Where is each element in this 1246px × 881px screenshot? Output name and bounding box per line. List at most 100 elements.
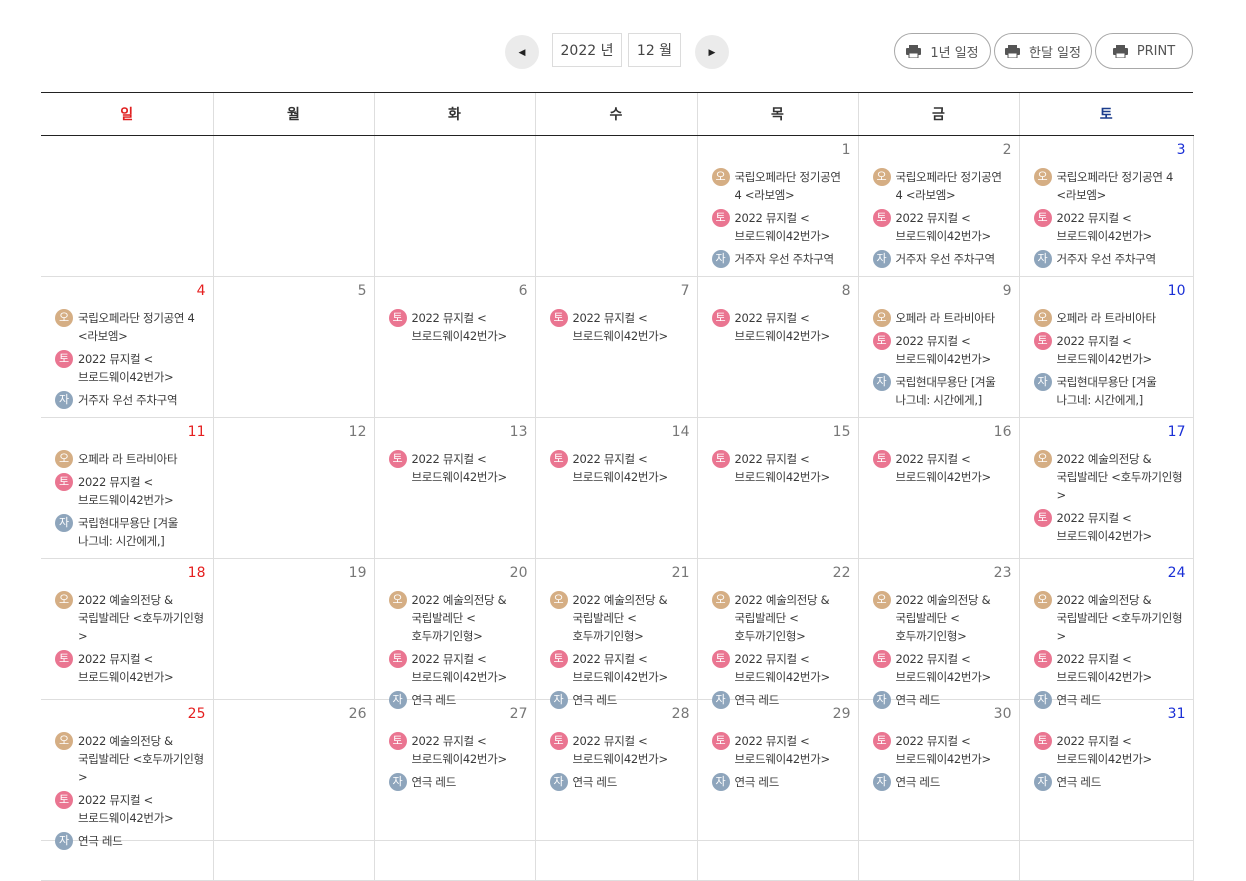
day-cell[interactable]: 22 오 2022 예술의전당 & 국립발레단 <호두까기인형> 토 2022 뮤지컬 …	[696, 558, 858, 709]
day-cell[interactable]: 13 토 2022 뮤지컬 <브로드웨이42번가>	[373, 417, 535, 559]
day-cell[interactable]: 8 토 2022 뮤지컬 <브로드웨이42번가>	[696, 276, 858, 418]
calendar-event[interactable]: 토 2022 뮤지컬 <브로드웨이42번가>	[872, 209, 1011, 245]
calendar-event[interactable]: 토 2022 뮤지컬 <브로드웨이42번가>	[549, 732, 689, 768]
calendar-event[interactable]: 토 2022 뮤지컬 <브로드웨이42번가>	[1033, 209, 1185, 245]
calendar-event[interactable]: 오 오페라 라 트라비아타	[55, 450, 205, 468]
calendar-event[interactable]: 오 국립오페라단 정기공연 4 <라보엠>	[1033, 168, 1185, 204]
calendar-event[interactable]: 오 오페라 라 트라비아타	[1033, 309, 1185, 327]
day-cell[interactable]: 28 토 2022 뮤지컬 <브로드웨이42번가> 자 연극 레드	[534, 699, 697, 841]
day-cell[interactable]: 16 토 2022 뮤지컬 <브로드웨이42번가>	[857, 417, 1019, 559]
month-select[interactable]: 12 월	[628, 33, 681, 67]
calendar-event[interactable]: 토 2022 뮤지컬 <브로드웨이42번가>	[388, 650, 527, 686]
day-cell[interactable]: 23 오 2022 예술의전당 & 국립발레단 <호두까기인형> 토 2022 뮤지컬 …	[857, 558, 1019, 709]
calendar-event[interactable]: 자 국립현대무용단 [겨울 나그네: 시간에게,]	[55, 514, 205, 550]
day-cell[interactable]: 31 토 2022 뮤지컬 <브로드웨이42번가> 자 연극 레드	[1018, 699, 1194, 841]
calendar-event[interactable]: 자 거주자 우선 주차구역	[711, 250, 850, 268]
calendar-event[interactable]: 오 2022 예술의전당 & 국립발레단 <호두까기인형>	[1033, 591, 1185, 645]
calendar-event[interactable]: 오 2022 예술의전당 & 국립발레단 <호두까기인형>	[549, 591, 689, 645]
day-cell[interactable]: 25 오 2022 예술의전당 & 국립발레단 <호두까기인형> 토 2022 뮤지컬 …	[41, 699, 213, 850]
event-category-badge: 오	[55, 450, 73, 468]
day-cell[interactable]	[212, 135, 374, 277]
day-cell[interactable]: 24 오 2022 예술의전당 & 국립발레단 <호두까기인형> 토 2022 뮤지컬 …	[1018, 558, 1194, 709]
calendar-event[interactable]: 자 연극 레드	[711, 773, 850, 791]
day-cell[interactable]: 14 토 2022 뮤지컬 <브로드웨이42번가>	[534, 417, 697, 559]
event-list: 오 국립오페라단 정기공연 4 <라보엠> 토 2022 뮤지컬 <브로드웨이42번가…	[1033, 168, 1185, 273]
year-schedule-button[interactable]: 1년 일정	[894, 33, 991, 69]
calendar-event[interactable]: 토 2022 뮤지컬 <브로드웨이42번가>	[549, 450, 689, 486]
calendar-event[interactable]: 토 2022 뮤지컬 <브로드웨이42번가>	[711, 209, 850, 245]
day-cell[interactable]: 5	[212, 276, 374, 418]
day-cell[interactable]: 15 토 2022 뮤지컬 <브로드웨이42번가>	[696, 417, 858, 559]
calendar-event[interactable]: 토 2022 뮤지컬 <브로드웨이42번가>	[55, 473, 205, 509]
day-cell[interactable]	[373, 135, 535, 277]
calendar-event[interactable]: 자 거주자 우선 주차구역	[55, 391, 205, 409]
calendar-event[interactable]: 토 2022 뮤지컬 <브로드웨이42번가>	[1033, 332, 1185, 368]
calendar-event[interactable]: 토 2022 뮤지컬 <브로드웨이42번가>	[549, 309, 689, 345]
calendar-event[interactable]: 오 오페라 라 트라비아타	[872, 309, 1011, 327]
calendar-event[interactable]: 토 2022 뮤지컬 <브로드웨이42번가>	[872, 332, 1011, 368]
calendar-event[interactable]: 오 2022 예술의전당 & 국립발레단 <호두까기인형>	[55, 732, 205, 786]
calendar-event[interactable]: 오 국립오페라단 정기공연 4 <라보엠>	[872, 168, 1011, 204]
calendar-event[interactable]: 토 2022 뮤지컬 <브로드웨이42번가>	[1033, 650, 1185, 686]
day-cell[interactable]: 18 오 2022 예술의전당 & 국립발레단 <호두까기인형> 토 2022 뮤지컬 …	[41, 558, 213, 700]
calendar-event[interactable]: 토 2022 뮤지컬 <브로드웨이42번가>	[872, 650, 1011, 686]
day-cell[interactable]: 17 오 2022 예술의전당 & 국립발레단 <호두까기인형> 토 2022 뮤지컬 …	[1018, 417, 1194, 559]
day-cell[interactable]: 26	[212, 699, 374, 841]
calendar-event[interactable]: 토 2022 뮤지컬 <브로드웨이42번가>	[711, 650, 850, 686]
year-select[interactable]: 2022 년	[552, 33, 622, 67]
calendar-event[interactable]: 오 국립오페라단 정기공연 4 <라보엠>	[55, 309, 205, 345]
calendar-event[interactable]: 자 연극 레드	[1033, 773, 1185, 791]
calendar-event[interactable]: 오 2022 예술의전당 & 국립발레단 <호두까기인형>	[55, 591, 205, 645]
calendar-event[interactable]: 토 2022 뮤지컬 <브로드웨이42번가>	[872, 732, 1011, 768]
calendar-event[interactable]: 자 연극 레드	[872, 773, 1011, 791]
calendar-event[interactable]: 토 2022 뮤지컬 <브로드웨이42번가>	[388, 309, 527, 345]
calendar-event[interactable]: 토 2022 뮤지컬 <브로드웨이42번가>	[55, 650, 205, 686]
day-cell[interactable]: 6 토 2022 뮤지컬 <브로드웨이42번가>	[373, 276, 535, 418]
day-cell[interactable]	[534, 135, 697, 277]
day-cell[interactable]: 12	[212, 417, 374, 559]
calendar-event[interactable]: 토 2022 뮤지컬 <브로드웨이42번가>	[711, 732, 850, 768]
day-cell[interactable]: 9 오 오페라 라 트라비아타 토 2022 뮤지컬 <브로드웨이42번가> 자 국립현대무…	[857, 276, 1019, 418]
calendar-event[interactable]: 토 2022 뮤지컬 <브로드웨이42번가>	[1033, 509, 1185, 545]
calendar-event[interactable]: 자 거주자 우선 주차구역	[872, 250, 1011, 268]
day-cell[interactable]: 20 오 2022 예술의전당 & 국립발레단 <호두까기인형> 토 2022 뮤지컬 …	[373, 558, 535, 709]
day-cell[interactable]: 1 오 국립오페라단 정기공연 4 <라보엠> 토 2022 뮤지컬 <브로드웨이42번…	[696, 135, 858, 277]
month-schedule-button[interactable]: 한달 일정	[994, 33, 1092, 69]
day-cell[interactable]: 21 오 2022 예술의전당 & 국립발레단 <호두까기인형> 토 2022 뮤지컬 …	[534, 558, 697, 709]
calendar-event[interactable]: 토 2022 뮤지컬 <브로드웨이42번가>	[55, 791, 205, 827]
event-title: 2022 뮤지컬 <브로드웨이42번가>	[734, 311, 831, 343]
calendar-event[interactable]: 오 2022 예술의전당 & 국립발레단 <호두까기인형>	[711, 591, 850, 645]
calendar-event[interactable]: 자 국립현대무용단 [겨울 나그네: 시간에게,]	[1033, 373, 1185, 409]
calendar-event[interactable]: 토 2022 뮤지컬 <브로드웨이42번가>	[711, 450, 850, 486]
day-cell[interactable]: 11 오 오페라 라 트라비아타 토 2022 뮤지컬 <브로드웨이42번가> 자 국립현대…	[41, 417, 213, 559]
calendar-event[interactable]: 토 2022 뮤지컬 <브로드웨이42번가>	[388, 450, 527, 486]
calendar-event[interactable]: 자 연극 레드	[549, 773, 689, 791]
calendar-event[interactable]: 자 거주자 우선 주차구역	[1033, 250, 1185, 268]
calendar-event[interactable]: 오 2022 예술의전당 & 국립발레단 <호두까기인형>	[1033, 450, 1185, 504]
day-cell[interactable]: 2 오 국립오페라단 정기공연 4 <라보엠> 토 2022 뮤지컬 <브로드웨이42번…	[857, 135, 1019, 277]
event-category-badge: 토	[711, 650, 730, 668]
calendar-event[interactable]: 오 2022 예술의전당 & 국립발레단 <호두까기인형>	[388, 591, 527, 645]
calendar-event[interactable]: 오 2022 예술의전당 & 국립발레단 <호두까기인형>	[872, 591, 1011, 645]
day-cell[interactable]: 4 오 국립오페라단 정기공연 4 <라보엠> 토 2022 뮤지컬 <브로드웨이42번…	[41, 276, 213, 418]
day-cell[interactable]: 7 토 2022 뮤지컬 <브로드웨이42번가>	[534, 276, 697, 418]
day-cell[interactable]: 29 토 2022 뮤지컬 <브로드웨이42번가> 자 연극 레드	[696, 699, 858, 841]
calendar-event[interactable]: 토 2022 뮤지컬 <브로드웨이42번가>	[1033, 732, 1185, 768]
next-month-button[interactable]: ▶	[695, 35, 729, 69]
day-cell[interactable]	[41, 135, 213, 277]
calendar-event[interactable]: 토 2022 뮤지컬 <브로드웨이42번가>	[711, 309, 850, 345]
prev-month-button[interactable]: ◀	[505, 35, 539, 69]
day-cell[interactable]: 10 오 오페라 라 트라비아타 토 2022 뮤지컬 <브로드웨이42번가> 자 국립현대…	[1018, 276, 1194, 418]
calendar-event[interactable]: 토 2022 뮤지컬 <브로드웨이42번가>	[872, 450, 1011, 486]
print-button[interactable]: PRINT	[1095, 33, 1193, 69]
day-cell[interactable]: 19	[212, 558, 374, 700]
calendar-event[interactable]: 오 국립오페라단 정기공연 4 <라보엠>	[711, 168, 850, 204]
calendar-event[interactable]: 토 2022 뮤지컬 <브로드웨이42번가>	[549, 650, 689, 686]
day-cell[interactable]: 27 토 2022 뮤지컬 <브로드웨이42번가> 자 연극 레드	[373, 699, 535, 841]
calendar-event[interactable]: 자 연극 레드	[388, 773, 527, 791]
calendar-event[interactable]: 토 2022 뮤지컬 <브로드웨이42번가>	[55, 350, 205, 386]
calendar-event[interactable]: 토 2022 뮤지컬 <브로드웨이42번가>	[388, 732, 527, 768]
day-cell[interactable]: 3 오 국립오페라단 정기공연 4 <라보엠> 토 2022 뮤지컬 <브로드웨이42번…	[1018, 135, 1194, 277]
calendar-event[interactable]: 자 국립현대무용단 [겨울 나그네: 시간에게,]	[872, 373, 1011, 409]
day-cell[interactable]: 30 토 2022 뮤지컬 <브로드웨이42번가> 자 연극 레드	[857, 699, 1019, 841]
